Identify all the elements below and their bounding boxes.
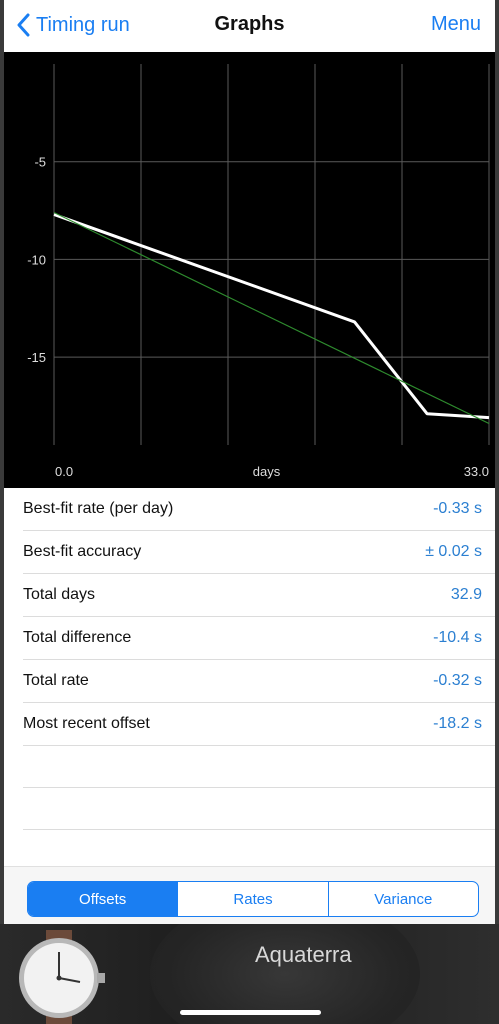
stat-row-best-fit-accuracy: Best-fit accuracy ± 0.02 s: [23, 531, 495, 574]
y-tick-label: -15: [27, 350, 46, 365]
empty-row: [23, 788, 495, 830]
stat-label: Best-fit accuracy: [23, 543, 142, 560]
stat-label: Most recent offset: [23, 715, 150, 732]
x-tick-label: 0.0: [55, 464, 73, 479]
graph-type-segmented-control: Offsets Rates Variance: [27, 881, 479, 917]
navigation-bar: Timing run Graphs Menu: [4, 0, 495, 52]
watch-icon: [6, 930, 126, 1024]
empty-row: [23, 830, 495, 871]
stat-row-most-recent-offset: Most recent offset -18.2 s: [23, 703, 495, 746]
x-tick-label: days: [253, 464, 281, 479]
stat-row-total-rate: Total rate -0.32 s: [23, 660, 495, 703]
offsets-chart: -5 -10 -15 0.0 days 33.0: [4, 52, 495, 488]
back-button-label: Timing run: [36, 13, 130, 36]
back-button[interactable]: Timing run: [16, 10, 130, 40]
banner-title: Aquaterra: [255, 942, 352, 967]
menu-button[interactable]: Menu: [431, 13, 481, 36]
stat-label: Total difference: [23, 629, 132, 646]
stat-label: Best-fit rate (per day): [23, 500, 174, 517]
stat-value: -0.33 s: [433, 500, 482, 517]
home-indicator: [180, 1010, 321, 1015]
stat-label: Total rate: [23, 672, 89, 689]
segment-variance[interactable]: Variance: [327, 882, 478, 916]
y-tick-label: -5: [34, 155, 46, 170]
watch-background-image: [150, 924, 420, 1024]
segment-rates[interactable]: Rates: [177, 882, 327, 916]
stat-value: -18.2 s: [433, 715, 482, 732]
stat-row-best-fit-rate: Best-fit rate (per day) -0.33 s: [23, 488, 495, 531]
stat-value: ± 0.02 s: [425, 543, 482, 560]
empty-row: [23, 746, 495, 788]
segment-toolbar: Offsets Rates Variance: [4, 866, 495, 925]
stat-label: Total days: [23, 586, 96, 603]
segment-offsets[interactable]: Offsets: [28, 882, 178, 916]
y-tick-label: -10: [27, 252, 46, 267]
offset-series-line: [53, 213, 490, 420]
stats-table: Best-fit rate (per day) -0.33 s Best-fit…: [4, 488, 495, 871]
stat-value: -10.4 s: [433, 629, 482, 646]
right-edge: [495, 0, 499, 924]
chevron-left-icon: [16, 13, 30, 37]
best-fit-line: [53, 211, 490, 425]
x-tick-label: 33.0: [464, 464, 489, 479]
watch-banner[interactable]: Aquaterra: [0, 924, 499, 1024]
stat-row-total-difference: Total difference -10.4 s: [23, 617, 495, 660]
stat-value: 32.9: [450, 586, 482, 603]
chart-canvas: -5 -10 -15 0.0 days 33.0: [27, 64, 490, 479]
stat-row-total-days: Total days 32.9: [23, 574, 495, 617]
stat-value: -0.32 s: [433, 672, 482, 689]
